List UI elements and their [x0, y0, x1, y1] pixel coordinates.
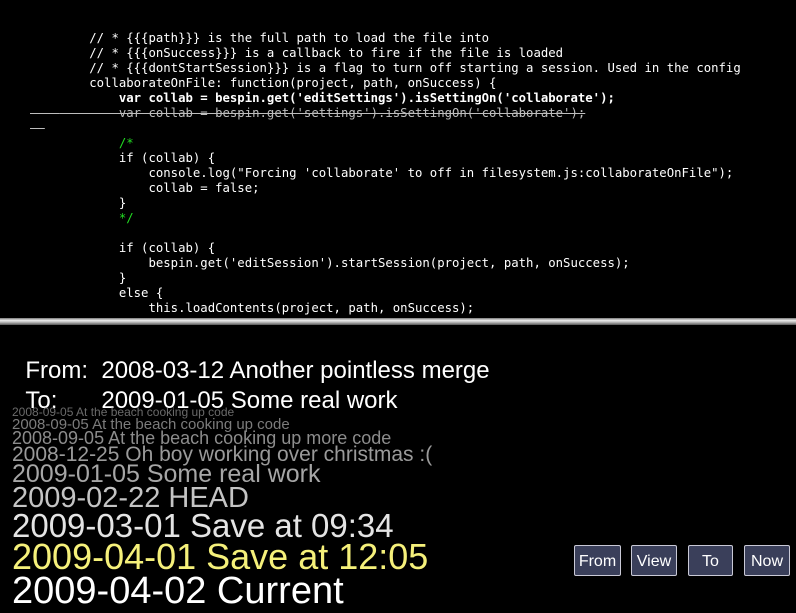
- now-button[interactable]: Now: [744, 545, 790, 576]
- code-line: if (collab) {: [30, 226, 215, 255]
- code-line: this.loadContents(project, path, onSucce…: [30, 286, 474, 315]
- code-line: */: [30, 196, 134, 225]
- code-line: if (collab) {: [30, 136, 215, 165]
- from-button[interactable]: From: [574, 545, 621, 576]
- code-line-text: var collab = bespin.get('settings').isSe…: [59, 106, 586, 120]
- code-line: collaborateOnFile: function(project, pat…: [30, 61, 496, 90]
- code-line: else {: [30, 271, 163, 300]
- code-line: console.log("Forcing 'collaborate' to of…: [30, 151, 733, 180]
- code-line: bespin.get('editSession').startSession(p…: [30, 241, 629, 270]
- split-divider[interactable]: [0, 318, 796, 325]
- to-button[interactable]: To: [688, 545, 733, 576]
- code-line: }: [30, 181, 126, 210]
- code-line-text: */: [59, 211, 134, 225]
- code-line-deleted: var collab = bespin.get('settings').isSe…: [30, 91, 585, 120]
- code-line-text: this.loadContents(project, path, onSucce…: [59, 301, 475, 315]
- code-line-text: bespin.get('editSession').startSession(p…: [59, 256, 630, 270]
- view-button[interactable]: View: [631, 545, 677, 576]
- code-line-highlighted: var collab = bespin.get('editSettings').…: [30, 76, 615, 105]
- code-line: collab = false;: [30, 166, 259, 195]
- code-line: // * {{{path}}} is the full path to load…: [30, 16, 489, 45]
- code-line: // * {{{onSuccess}}} is a callback to fi…: [30, 31, 563, 60]
- code-line: }: [30, 256, 126, 285]
- code-line: /*: [30, 121, 134, 150]
- code-editor[interactable]: // * {{{path}}} is the full path to load…: [0, 0, 796, 318]
- history-item-current[interactable]: 2009-04-02 Current: [12, 570, 344, 613]
- code-line: // * {{{dontStartSession}}} is a flag to…: [30, 46, 741, 75]
